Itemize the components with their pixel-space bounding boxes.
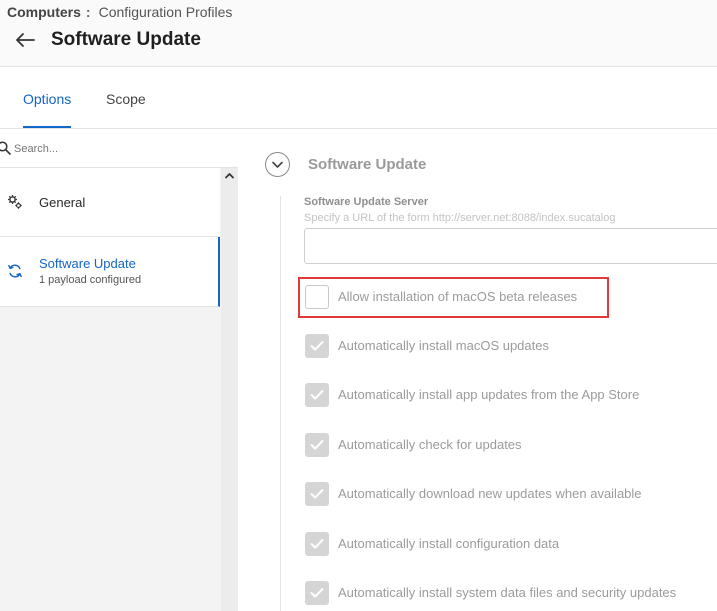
checkbox[interactable] [305,334,329,358]
sidebar-item-software-update[interactable]: Software Update 1 payload configured [0,237,220,307]
sidebar-item-label: General [39,195,86,210]
sidebar-item-sublabel: 1 payload configured [39,274,142,286]
section-divider [280,196,281,611]
search-icon [0,141,11,155]
option-label: Automatically download new updates when … [338,486,642,501]
server-url-input[interactable] [304,228,717,264]
checkmark-icon [310,390,324,400]
server-field-label: Software Update Server [304,196,429,208]
page-header: Computers: Configuration Profiles Softwar… [0,0,717,67]
tab-scope[interactable]: Scope [106,91,146,107]
option-label: Automatically install configuration data [338,536,560,551]
breadcrumb-separator: : [85,4,91,20]
option-label: Automatically install app updates from t… [338,387,640,402]
breadcrumb-configuration-profiles-link[interactable]: Configuration Profiles [99,4,233,20]
breadcrumb-computers-link[interactable]: Computers [7,4,81,20]
sidebar-search [0,129,238,168]
tab-bar: Options Scope [0,67,717,129]
breadcrumb: Computers: Configuration Profiles [7,4,232,20]
checkbox[interactable] [305,383,329,407]
sync-icon [7,263,23,279]
checkbox[interactable] [305,532,329,556]
checkmark-icon [310,588,324,598]
gears-icon [7,194,23,210]
sidebar-item-label: Software Update [39,256,136,271]
checkbox[interactable] [305,482,329,506]
collapse-section-button[interactable] [265,152,290,177]
section-title: Software Update [308,156,427,173]
checkmark-icon [310,539,324,549]
page-title: Software Update [51,29,201,50]
checkmark-icon [310,440,324,450]
option-label: Automatically install macOS updates [338,338,549,353]
chevron-down-icon [272,161,283,168]
back-arrow-icon[interactable] [14,30,38,50]
payload-sidebar: General Software Update 1 payload config… [0,129,238,611]
option-label: Automatically install system data files … [338,585,677,600]
highlight-box [298,277,609,318]
checkbox[interactable] [305,433,329,457]
server-field-hint: Specify a URL of the form http://server.… [304,212,616,224]
sidebar-item-general[interactable]: General [0,168,220,237]
option-label: Automatically check for updates [338,437,522,452]
tab-options[interactable]: Options [23,91,71,107]
payload-settings-panel: Software Update Software Update Server S… [239,129,717,611]
checkmark-icon [310,489,324,499]
search-input[interactable] [14,138,224,160]
checkbox[interactable] [305,581,329,605]
checkmark-icon [310,341,324,351]
active-tab-indicator [23,126,71,128]
sidebar-scrollbar[interactable] [221,168,238,611]
scroll-up-arrow-icon[interactable] [223,169,236,182]
